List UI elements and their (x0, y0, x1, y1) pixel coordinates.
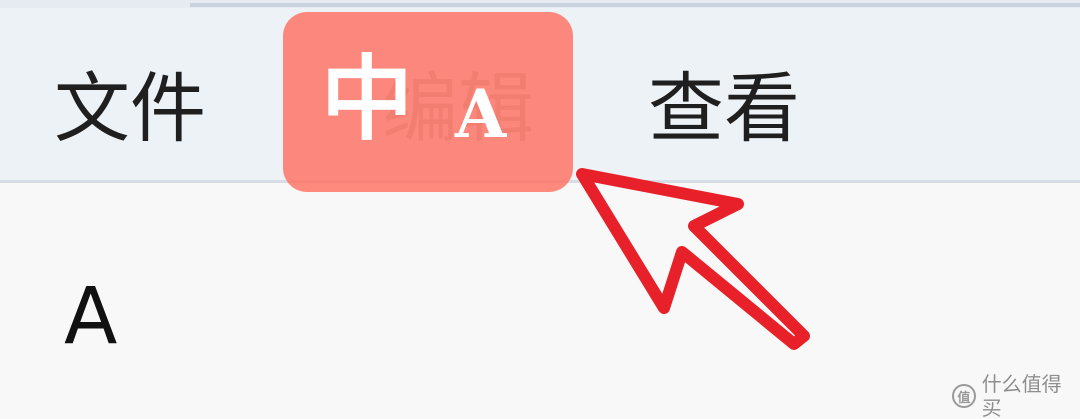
menu-item-view[interactable]: 查看 (648, 64, 800, 154)
window-top-strip (0, 0, 1080, 8)
document-text: A (64, 272, 118, 362)
watermark: 值 什么值得买 (952, 372, 1080, 419)
red-outline-arrow-icon (576, 168, 810, 350)
ime-chinese-mode-label: 中 (321, 46, 414, 153)
top-strip-divider (190, 3, 1080, 7)
watermark-text: 什么值得买 (981, 372, 1062, 419)
menu-item-file[interactable]: 文件 (54, 64, 206, 154)
screenshot-stage: 文件 编辑 查看 中 A A 值 什么值得买 (0, 0, 1080, 419)
ime-letter-label: A (455, 75, 507, 153)
watermark-logo-icon: 值 (952, 384, 976, 408)
ime-mode-indicator[interactable]: 中 A (283, 12, 573, 192)
